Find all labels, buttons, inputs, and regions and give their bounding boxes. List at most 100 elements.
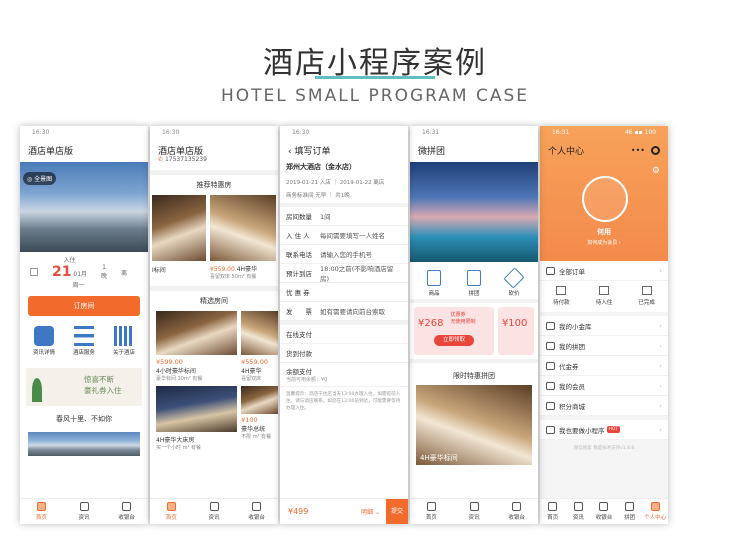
more-icon[interactable]: ••• bbox=[631, 146, 645, 155]
promo-banner[interactable]: 惊喜不断 豪礼券入住 bbox=[26, 368, 142, 406]
screen-title: ‹ 填写订单 bbox=[280, 140, 408, 162]
tab-group[interactable]: 拼团 bbox=[617, 499, 643, 524]
chevron-right-icon: › bbox=[659, 321, 662, 330]
order-tab-checkin[interactable]: 待入住 bbox=[583, 286, 626, 306]
coupon-amount: ¥268 bbox=[418, 318, 444, 329]
tab-cashier[interactable]: 收银台 bbox=[591, 499, 617, 524]
rec-room-card[interactable]: ¥559.00 4H豪华 喜留双床 50m² 有餐 bbox=[210, 195, 276, 280]
get-coupon-button[interactable]: 立即领取 bbox=[434, 335, 474, 346]
order-field-row[interactable]: 联系电话 请输入您的手机号 bbox=[280, 245, 408, 264]
tab-cashier[interactable]: 收银台 bbox=[235, 499, 278, 524]
panorama-button[interactable]: ◎ 全景图 bbox=[23, 172, 57, 185]
coupon-card[interactable]: ¥268 优惠券 无使用限制 立即领取 bbox=[414, 307, 494, 355]
field-label: 入 住 人 bbox=[286, 232, 310, 240]
tab-label: 资讯 bbox=[208, 515, 220, 521]
room-image bbox=[241, 311, 278, 355]
total-price: ¥499 bbox=[288, 507, 309, 516]
order-tab-done[interactable]: 已完成 bbox=[625, 286, 668, 306]
back-icon[interactable]: ‹ bbox=[288, 147, 292, 157]
wallet-icon bbox=[512, 502, 522, 511]
field-value: 1间 bbox=[320, 213, 331, 221]
tab-news[interactable]: 资讯 bbox=[193, 499, 236, 524]
calendar-icon bbox=[30, 268, 38, 276]
mini-program-row[interactable]: 我也要做小程序 HOT › bbox=[540, 420, 668, 440]
tab-home[interactable]: 首页 bbox=[540, 499, 566, 524]
tab-home[interactable]: 首页 bbox=[20, 499, 63, 524]
cat-bargain[interactable]: 砍价 bbox=[494, 267, 534, 297]
all-orders-row[interactable]: 全部订单 › bbox=[540, 261, 668, 281]
coupon-card[interactable]: ¥100 bbox=[497, 307, 534, 355]
pay-online[interactable]: 在线支付 bbox=[280, 325, 408, 344]
cat-group[interactable]: 拼团 bbox=[454, 270, 494, 297]
order-field-row[interactable]: 预计到店 18:00之前(不影响酒店留房) bbox=[280, 264, 408, 283]
service-label: 酒店服务 bbox=[72, 350, 95, 356]
order-fields: 房间数量 1间入 住 人 每间需要填写一人姓名 联系电话 请输入您的手机号 预计到店 18:… bbox=[280, 207, 408, 321]
tab-cashier[interactable]: 收银台 bbox=[105, 499, 148, 524]
tab-cashier[interactable]: 收银台 bbox=[495, 499, 538, 524]
service-entry[interactable]: 酒店服务 bbox=[64, 326, 104, 356]
field-label: 联系电话 bbox=[286, 251, 312, 259]
panorama-label: 全景图 bbox=[34, 176, 53, 183]
order-field-row[interactable]: 发 票如有需要请向前台索取 bbox=[280, 302, 408, 321]
group-item-image[interactable]: 4H豪华标间 bbox=[416, 385, 532, 465]
list-icon bbox=[74, 326, 94, 346]
field-value: 请输入您的手机号 bbox=[320, 251, 372, 259]
menu-item[interactable]: 积分商城 › bbox=[540, 396, 668, 416]
field-label: 发 票 bbox=[286, 308, 312, 316]
tab-home[interactable]: 首页 bbox=[410, 499, 453, 524]
tab-home[interactable]: 首页 bbox=[150, 499, 193, 524]
order-field-row[interactable]: 优 惠 券 bbox=[280, 283, 408, 302]
settings-icon[interactable]: ⚙ bbox=[652, 166, 660, 176]
date-picker[interactable]: 入住 21 01月 周一 1 晚 离 bbox=[20, 252, 148, 292]
rec-room-card[interactable]: I标间 bbox=[152, 195, 206, 280]
avatar[interactable] bbox=[582, 176, 628, 222]
submit-button[interactable]: 提交 bbox=[386, 498, 408, 524]
news-entry[interactable]: 资讯详情 bbox=[24, 326, 64, 356]
check-list-icon bbox=[641, 286, 652, 295]
phone-number-row[interactable]: ✆ 17537135239 bbox=[150, 156, 278, 170]
tab-profile[interactable]: 个人中心 bbox=[642, 499, 668, 524]
room-name: 豪华总统 bbox=[241, 426, 266, 433]
nights-unit: 晚 bbox=[101, 273, 108, 280]
room-name: 4小时豪华标间 bbox=[156, 368, 196, 375]
phone-hotel-home: 16:30 酒店单店版 ◎ 全景图 入住 21 01月 周一 1晚 离 订房间 … bbox=[20, 126, 148, 524]
book-room-button[interactable]: 订房间 bbox=[28, 296, 140, 316]
room-image bbox=[156, 311, 238, 355]
order-tab-unpaid[interactable]: 待付款 bbox=[540, 286, 583, 306]
order-field-row[interactable]: 房间数量 1间 bbox=[280, 207, 408, 226]
room-image bbox=[210, 195, 276, 261]
promo-text: 惊喜不断 豪礼券入住 bbox=[84, 375, 122, 395]
person-icon bbox=[650, 502, 660, 511]
checkin-week: 周一 bbox=[72, 282, 85, 289]
become-member-link[interactable]: 如何成为会员 › bbox=[540, 239, 668, 246]
tab-news[interactable]: 资讯 bbox=[63, 499, 106, 524]
field-label: 预计到店 bbox=[286, 270, 312, 278]
row-label: 我的会员 bbox=[559, 382, 585, 391]
about-label: 关于酒店 bbox=[112, 350, 135, 356]
menu-item[interactable]: 我的会员 › bbox=[540, 376, 668, 396]
chevron-right-icon: › bbox=[659, 361, 662, 370]
field-value: 18:00之前(不影响酒店留房) bbox=[320, 265, 394, 283]
tab-news[interactable]: 资讯 bbox=[453, 499, 496, 524]
cat-goods[interactable]: 商品 bbox=[414, 270, 454, 297]
menu-item[interactable]: 我的小金库 › bbox=[540, 316, 668, 336]
phone-icon: ✆ bbox=[158, 156, 164, 163]
about-entry[interactable]: 关于酒店 bbox=[104, 326, 144, 356]
card-icon bbox=[556, 286, 567, 295]
coupon-icon bbox=[546, 361, 555, 370]
room-card[interactable]: ¥559.00 4H豪华 喜留双床 bbox=[241, 311, 278, 382]
menu-item[interactable]: 代金券 › bbox=[540, 356, 668, 376]
menu-item[interactable]: 我的拼团 › bbox=[540, 336, 668, 356]
home-icon bbox=[36, 502, 46, 511]
order-field-row[interactable]: 入 住 人 每间需要填写一人姓名 bbox=[280, 226, 408, 245]
pay-balance[interactable]: 余额支付 当前可用余额：¥0 bbox=[280, 363, 408, 387]
room-card[interactable]: ¥100 豪华总统 不限 m² 有餐 bbox=[241, 386, 278, 451]
resort-banner-image bbox=[410, 162, 538, 262]
pay-cod[interactable]: 货到付款 bbox=[280, 344, 408, 363]
detail-link[interactable]: 明细 ⌄ bbox=[361, 507, 380, 516]
room-card[interactable]: 4H豪华大床房 买一个小时 m² 有餐 bbox=[156, 386, 238, 451]
room-card[interactable]: ¥599.00 4小时豪华标间 豪华标间 30m² 有餐 bbox=[156, 311, 238, 382]
building-icon bbox=[114, 326, 134, 346]
target-icon[interactable] bbox=[651, 146, 660, 155]
tab-news[interactable]: 资讯 bbox=[566, 499, 592, 524]
